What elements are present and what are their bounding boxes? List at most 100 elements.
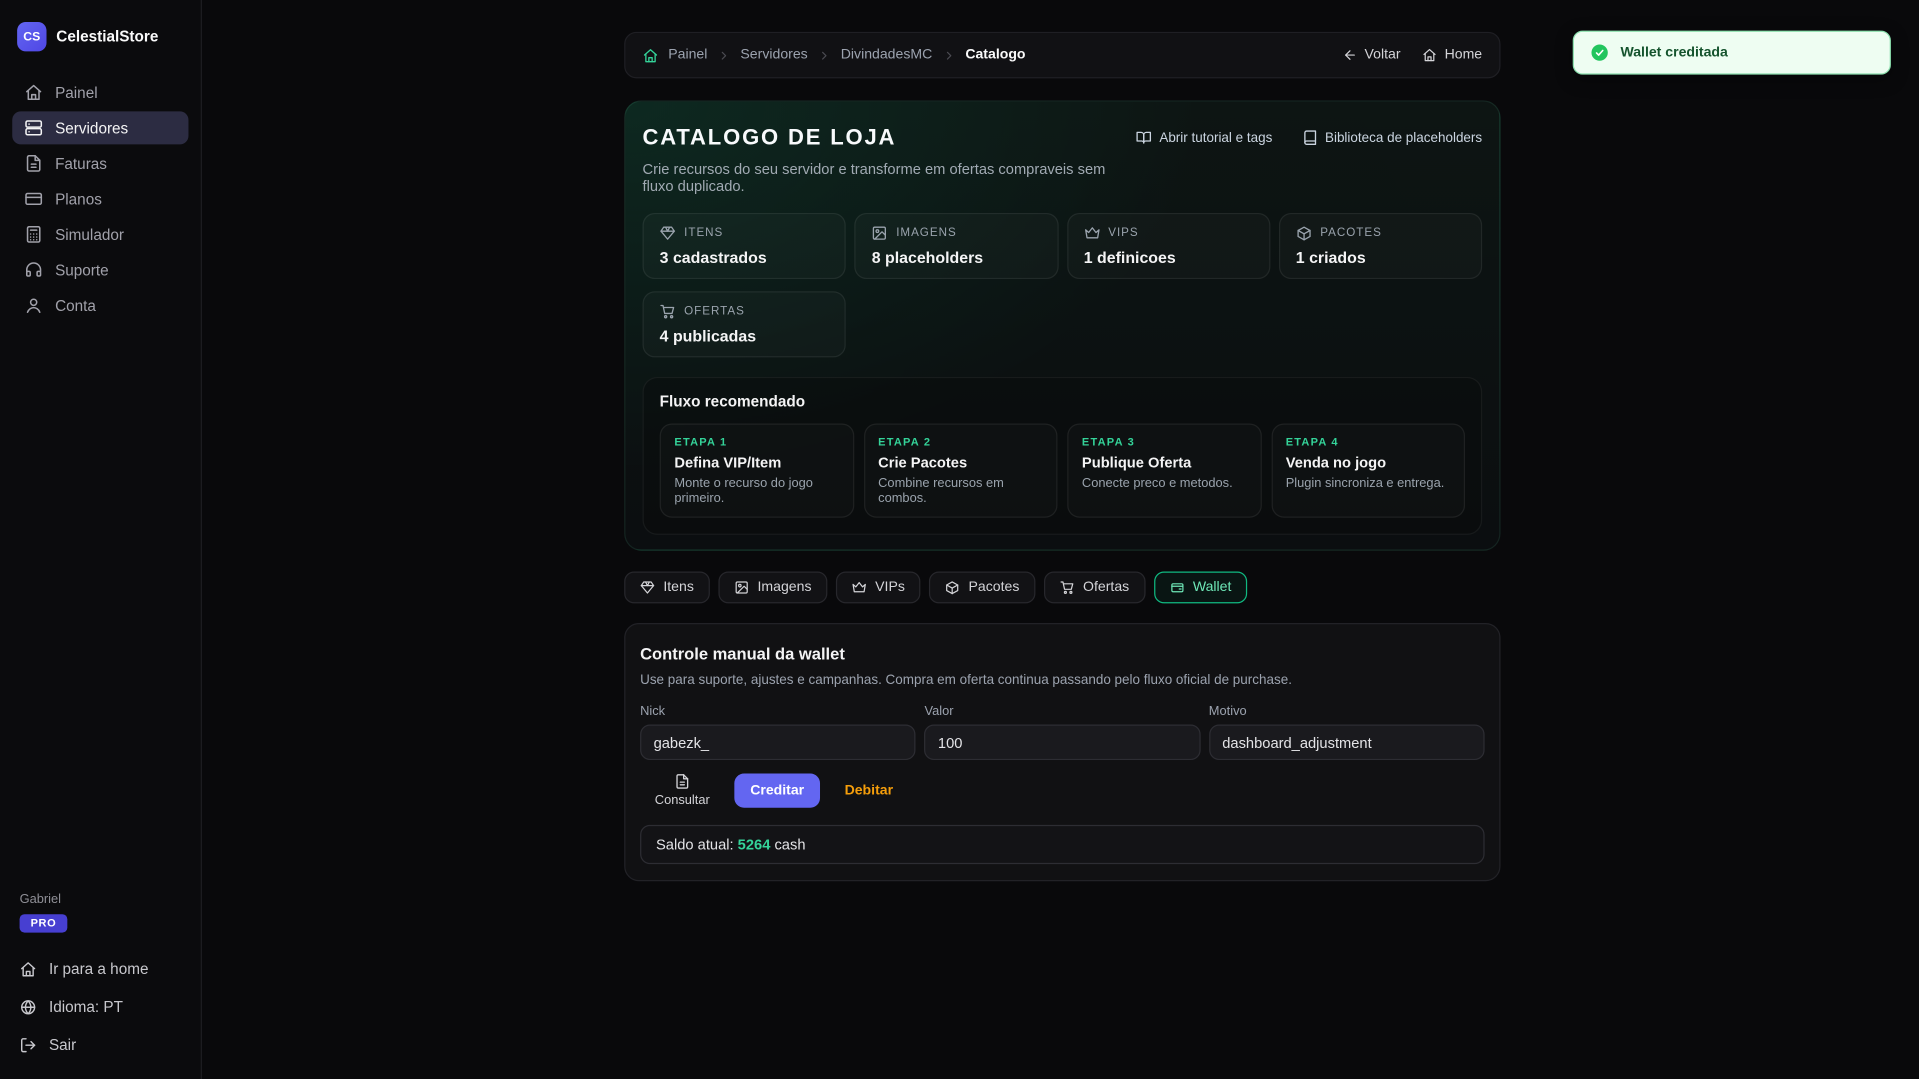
arrow-left-icon: [1342, 48, 1357, 63]
motivo-input[interactable]: [1209, 725, 1485, 760]
open-tutorial-button[interactable]: Abrir tutorial e tags: [1136, 130, 1272, 146]
balance-suffix: cash: [774, 836, 805, 853]
tab-label: Ofertas: [1083, 580, 1129, 595]
book-open-icon: [1136, 130, 1152, 146]
step-tag: ETAPA 3: [1082, 436, 1247, 448]
chevron-right-icon: [817, 48, 830, 61]
wallet-title: Controle manual da wallet: [640, 645, 1484, 663]
chevron-right-icon: [942, 48, 955, 61]
balance-result: Saldo atual: 5264 cash: [640, 825, 1484, 864]
home-button[interactable]: Home: [1423, 48, 1483, 63]
language-link[interactable]: Idioma: PT: [20, 993, 182, 1022]
file-icon: [674, 774, 690, 790]
step-title: Publique Oferta: [1082, 454, 1247, 471]
sidebar-item-label: Servidores: [55, 119, 128, 136]
stat-imagens: IMAGENS 8 placeholders: [855, 213, 1058, 279]
stat-value: 4 publicadas: [660, 327, 829, 345]
tab-label: Wallet: [1193, 580, 1232, 595]
tab-label: Itens: [663, 580, 694, 595]
motivo-label: Motivo: [1209, 704, 1485, 719]
back-button[interactable]: Voltar: [1342, 48, 1400, 63]
breadcrumb-server-name[interactable]: DivindadesMC: [841, 48, 933, 63]
tab-imagens[interactable]: Imagens: [718, 572, 827, 604]
book-icon: [1302, 130, 1318, 146]
back-label: Voltar: [1365, 48, 1401, 63]
sidebar-item-suporte[interactable]: Suporte: [12, 253, 188, 286]
open-tutorial-label: Abrir tutorial e tags: [1159, 130, 1272, 145]
step-tag: ETAPA 2: [878, 436, 1043, 448]
user-icon: [24, 296, 42, 314]
nick-input[interactable]: [640, 725, 916, 760]
sidebar-item-planos[interactable]: Planos: [12, 182, 188, 215]
nick-label: Nick: [640, 704, 916, 719]
flow-step-1: ETAPA 1 Defina VIP/Item Monte o recurso …: [660, 423, 854, 517]
sidebar-nav: Painel Servidores Faturas Planos Simulad…: [12, 76, 188, 322]
debitar-button[interactable]: Debitar: [845, 783, 893, 798]
sidebar-item-simulador[interactable]: Simulador: [12, 218, 188, 251]
step-desc: Combine recursos em combos.: [878, 476, 1043, 505]
tab-label: Pacotes: [969, 580, 1020, 595]
valor-input[interactable]: [924, 725, 1200, 760]
logo-icon: CS: [17, 22, 46, 51]
stat-value: 1 definicoes: [1084, 248, 1253, 266]
package-icon: [1296, 225, 1312, 241]
cart-icon: [1060, 580, 1075, 595]
breadcrumb-current: Catalogo: [965, 48, 1025, 63]
tab-vips[interactable]: VIPs: [836, 572, 921, 604]
catalog-hero-card: CATALOGO DE LOJA Crie recursos do seu se…: [624, 100, 1500, 550]
page-subtitle: Crie recursos do seu servidor e transfor…: [643, 160, 1137, 194]
home-icon: [20, 961, 37, 978]
username: Gabriel: [20, 892, 182, 907]
toast-message: Wallet creditada: [1620, 45, 1727, 60]
cart-icon: [660, 304, 676, 320]
toast-notification: Wallet creditada: [1573, 31, 1891, 75]
logout-label: Sair: [49, 1037, 76, 1054]
step-title: Venda no jogo: [1286, 454, 1451, 471]
stat-vips: VIPS 1 definicoes: [1067, 213, 1270, 279]
home-icon: [1423, 48, 1438, 63]
flow-step-3: ETAPA 3 Publique Oferta Conecte preco e …: [1067, 423, 1261, 517]
creditar-button[interactable]: Creditar: [734, 774, 820, 808]
stat-value: 1 criados: [1296, 248, 1465, 266]
tab-label: Imagens: [758, 580, 812, 595]
tab-ofertas[interactable]: Ofertas: [1044, 572, 1145, 604]
flow-step-2: ETAPA 2 Crie Pacotes Combine recursos em…: [863, 423, 1057, 517]
sidebar-item-faturas[interactable]: Faturas: [12, 147, 188, 180]
breadcrumb-servidores[interactable]: Servidores: [740, 48, 807, 63]
sidebar-item-painel[interactable]: Painel: [12, 76, 188, 109]
logout-link[interactable]: Sair: [20, 1031, 182, 1060]
logout-icon: [20, 1037, 37, 1054]
app-logo[interactable]: CS CelestialStore: [12, 20, 188, 76]
placeholder-library-button[interactable]: Biblioteca de placeholders: [1302, 130, 1482, 146]
step-title: Defina VIP/Item: [674, 454, 839, 471]
home-label: Home: [1445, 48, 1483, 63]
sidebar-item-label: Faturas: [55, 155, 107, 172]
sidebar-item-servidores[interactable]: Servidores: [12, 111, 188, 144]
wallet-icon: [1170, 580, 1185, 595]
balance-prefix: Saldo atual:: [656, 836, 734, 853]
placeholder-library-label: Biblioteca de placeholders: [1325, 130, 1482, 145]
stat-label: ITENS: [684, 226, 723, 239]
credit-card-icon: [24, 190, 42, 208]
gem-icon: [660, 225, 676, 241]
sidebar-item-label: Planos: [55, 190, 102, 207]
sidebar-item-conta[interactable]: Conta: [12, 289, 188, 322]
wallet-subtitle: Use para suporte, ajustes e campanhas. C…: [640, 673, 1484, 688]
package-icon: [945, 580, 960, 595]
tab-itens[interactable]: Itens: [624, 572, 710, 604]
go-home-link[interactable]: Ir para a home: [20, 955, 182, 984]
consultar-button[interactable]: Consultar: [655, 774, 710, 808]
tab-wallet[interactable]: Wallet: [1154, 572, 1248, 604]
tab-pacotes[interactable]: Pacotes: [929, 572, 1035, 604]
crown-icon: [852, 580, 867, 595]
server-icon: [24, 119, 42, 137]
flow-step-4: ETAPA 4 Venda no jogo Plugin sincroniza …: [1271, 423, 1465, 517]
app-viewport: CS CelestialStore Painel Servidores Fatu…: [0, 0, 1919, 1079]
stat-pacotes: PACOTES 1 criados: [1279, 213, 1482, 279]
tab-label: VIPs: [875, 580, 905, 595]
valor-field-group: Valor: [924, 704, 1200, 760]
globe-icon: [20, 999, 37, 1016]
breadcrumb-painel[interactable]: Painel: [668, 48, 707, 63]
stat-label: VIPS: [1108, 226, 1138, 239]
consultar-label: Consultar: [655, 793, 710, 808]
